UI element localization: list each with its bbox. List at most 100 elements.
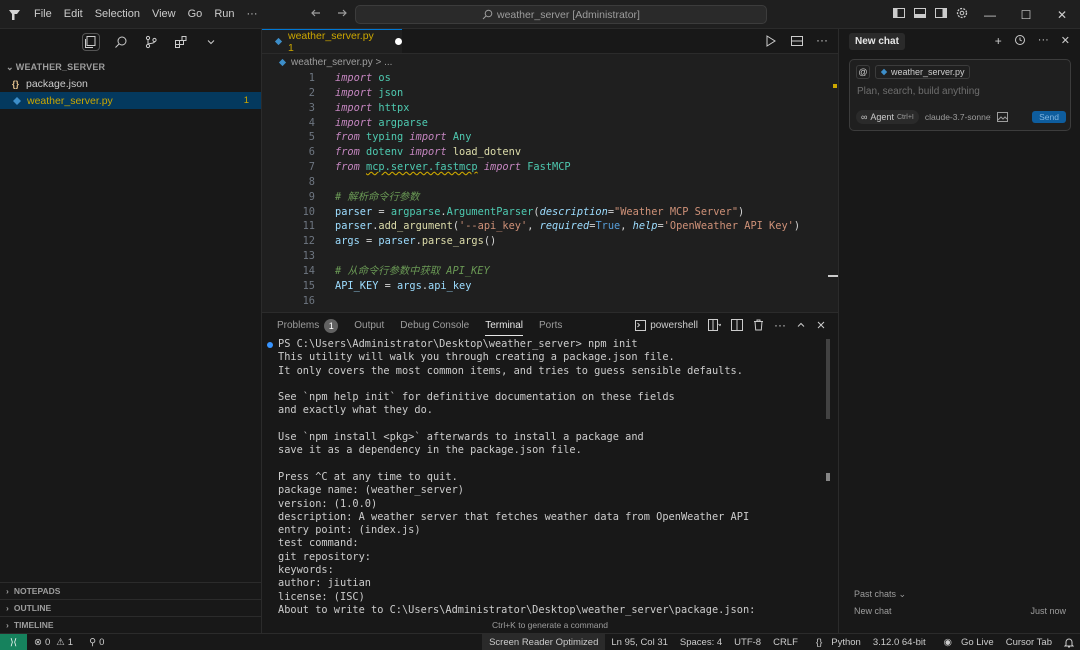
screen-reader-status[interactable]: Screen Reader Optimized bbox=[482, 634, 606, 650]
forward-arrow-icon[interactable] bbox=[336, 7, 348, 19]
tab-debug-console[interactable]: Debug Console bbox=[400, 313, 469, 338]
menu-view[interactable]: View bbox=[146, 8, 182, 20]
file-item-package-json[interactable]: {} package.json bbox=[0, 75, 261, 92]
code-line: 11 parser.add_argument('--api_key', requi… bbox=[302, 220, 801, 233]
tab-label: weather_server.py 1 bbox=[288, 29, 374, 54]
context-file-pill[interactable]: weather_server.py bbox=[875, 65, 970, 79]
past-chat-item[interactable]: New chat Just now bbox=[854, 606, 1066, 616]
language-label: Python bbox=[831, 637, 861, 648]
unsaved-dot-icon[interactable] bbox=[395, 38, 402, 45]
agent-mode-selector[interactable]: ∞ Agent Ctrl+I bbox=[856, 110, 919, 124]
tab-problems[interactable]: Problems 1 bbox=[277, 313, 339, 338]
code-line: 7 from mcp.server.fastmcp import FastMCP bbox=[308, 161, 571, 174]
toggle-sidebar-icon[interactable] bbox=[892, 6, 906, 20]
image-attach-icon[interactable] bbox=[996, 112, 1008, 122]
menu-run[interactable]: Run bbox=[208, 8, 240, 20]
new-chat-plus-icon[interactable]: + bbox=[995, 34, 1002, 48]
notifications-bell-icon[interactable] bbox=[1058, 637, 1080, 648]
ports-status[interactable]: ⚲ 0 bbox=[89, 637, 104, 648]
maximize-icon[interactable]: ☐ bbox=[1008, 0, 1044, 29]
tab-label: Output bbox=[354, 320, 385, 331]
toggle-panel-icon[interactable] bbox=[913, 6, 927, 20]
python-file-icon bbox=[12, 96, 27, 106]
close-icon[interactable]: ✕ bbox=[1044, 0, 1080, 29]
minimize-icon[interactable]: — bbox=[972, 0, 1008, 29]
bottom-panel: Problems 1 Output Debug Console Terminal … bbox=[262, 312, 838, 633]
close-icon[interactable]: ✕ bbox=[1061, 34, 1070, 48]
add-context-at-icon[interactable]: @ bbox=[856, 65, 870, 79]
chevron-down-icon[interactable] bbox=[203, 34, 219, 50]
chevron-down-icon: ⌄ bbox=[6, 62, 14, 72]
code-line: 16 bbox=[302, 294, 315, 307]
command-center-search[interactable]: weather_server [Administrator] bbox=[355, 5, 767, 24]
tab-output[interactable]: Output bbox=[354, 313, 384, 338]
split-editor-icon[interactable] bbox=[790, 34, 804, 48]
source-control-icon[interactable] bbox=[143, 34, 159, 50]
section-label: OUTLINE bbox=[13, 603, 52, 613]
shell-selector[interactable]: powershell bbox=[650, 320, 698, 331]
notepads-section[interactable]: › NOTEPADS bbox=[0, 582, 262, 599]
explorer-section-header[interactable]: ⌄ WEATHER_SERVER bbox=[0, 59, 261, 75]
menu-more[interactable]: ··· bbox=[241, 8, 264, 20]
explorer-files-icon[interactable] bbox=[81, 33, 100, 51]
indentation[interactable]: Spaces: 4 bbox=[674, 637, 728, 648]
run-icon[interactable] bbox=[764, 34, 778, 48]
menu-go[interactable]: Go bbox=[182, 8, 209, 20]
language-mode[interactable]: {} Python bbox=[804, 637, 867, 648]
menu-file[interactable]: File bbox=[28, 8, 58, 20]
maximize-panel-icon[interactable] bbox=[796, 320, 806, 330]
terminal-line: keywords: bbox=[278, 564, 334, 577]
context-file-name: weather_server.py bbox=[891, 67, 965, 77]
model-selector[interactable]: claude-3.7-sonnet bbox=[925, 112, 991, 122]
more-actions-icon[interactable]: ··· bbox=[774, 318, 786, 332]
chat-tab-title[interactable]: New chat bbox=[849, 33, 905, 50]
editor-tab-weather-server[interactable]: weather_server.py 1 bbox=[262, 29, 402, 54]
send-button[interactable]: Send bbox=[1032, 111, 1066, 123]
panel-tab-bar: Problems 1 Output Debug Console Terminal … bbox=[262, 313, 838, 338]
terminal-scrollbar[interactable] bbox=[826, 339, 830, 419]
code-editor[interactable]: 1 import os 2 import json 3 import httpx 4i… bbox=[262, 71, 838, 309]
chevron-down-icon: ⌄ bbox=[898, 589, 907, 599]
chat-composer[interactable]: @ weather_server.py Plan, search, build … bbox=[849, 59, 1071, 131]
split-panel-icon[interactable] bbox=[731, 319, 743, 331]
end-of-line[interactable]: CRLF bbox=[767, 637, 804, 648]
close-panel-icon[interactable] bbox=[816, 320, 826, 330]
extensions-icon[interactable] bbox=[173, 34, 189, 50]
settings-gear-icon[interactable] bbox=[955, 6, 969, 20]
terminal-line: test command: bbox=[278, 537, 359, 550]
breadcrumb[interactable]: weather_server.py > ... bbox=[262, 54, 838, 71]
code-line: 15 API_KEY = args.api_key bbox=[302, 279, 472, 292]
section-label: TIMELINE bbox=[13, 620, 54, 630]
menu-edit[interactable]: Edit bbox=[58, 8, 89, 20]
chat-input-placeholder[interactable]: Plan, search, build anything bbox=[857, 86, 980, 97]
go-live-button[interactable]: ◉ Go Live bbox=[932, 637, 1000, 648]
terminal-output[interactable]: PS C:\Users\Administrator\Desktop\weathe… bbox=[262, 338, 838, 617]
terminal-line: save it as a dependency in the package.j… bbox=[278, 444, 582, 457]
search-icon[interactable] bbox=[113, 34, 129, 50]
history-icon[interactable] bbox=[1014, 34, 1026, 48]
ports-count: 0 bbox=[99, 636, 105, 648]
encoding[interactable]: UTF-8 bbox=[728, 637, 767, 648]
terminal-line: description: A weather server that fetch… bbox=[278, 510, 750, 523]
trash-icon[interactable] bbox=[753, 319, 764, 331]
python-file-icon bbox=[880, 68, 888, 76]
more-actions-icon[interactable]: ··· bbox=[816, 34, 828, 48]
past-chats-header[interactable]: Past chats ⌄ bbox=[854, 589, 906, 600]
more-actions-icon[interactable]: ··· bbox=[1038, 34, 1049, 48]
menu-bar: File Edit Selection View Go Run ··· bbox=[28, 0, 264, 29]
remote-indicator-icon[interactable]: ⟩⟨ bbox=[0, 633, 27, 650]
back-arrow-icon[interactable] bbox=[310, 7, 322, 19]
outline-section[interactable]: › OUTLINE bbox=[0, 599, 262, 616]
timeline-section[interactable]: › TIMELINE bbox=[0, 616, 262, 633]
problems-status[interactable]: ⊗ 0 ⚠ 1 bbox=[34, 637, 73, 648]
cursor-tab-status[interactable]: Cursor Tab bbox=[1000, 637, 1058, 648]
file-item-weather-server-py[interactable]: weather_server.py 1 bbox=[0, 92, 261, 109]
split-terminal-icon[interactable] bbox=[708, 319, 721, 331]
python-interpreter[interactable]: 3.12.0 64-bit bbox=[867, 637, 932, 648]
tab-ports[interactable]: Ports bbox=[539, 313, 562, 338]
toggle-secondary-sidebar-icon[interactable] bbox=[934, 6, 948, 20]
menu-selection[interactable]: Selection bbox=[89, 8, 146, 20]
cursor-position[interactable]: Ln 95, Col 31 bbox=[605, 637, 674, 648]
tab-terminal[interactable]: Terminal bbox=[485, 313, 523, 338]
